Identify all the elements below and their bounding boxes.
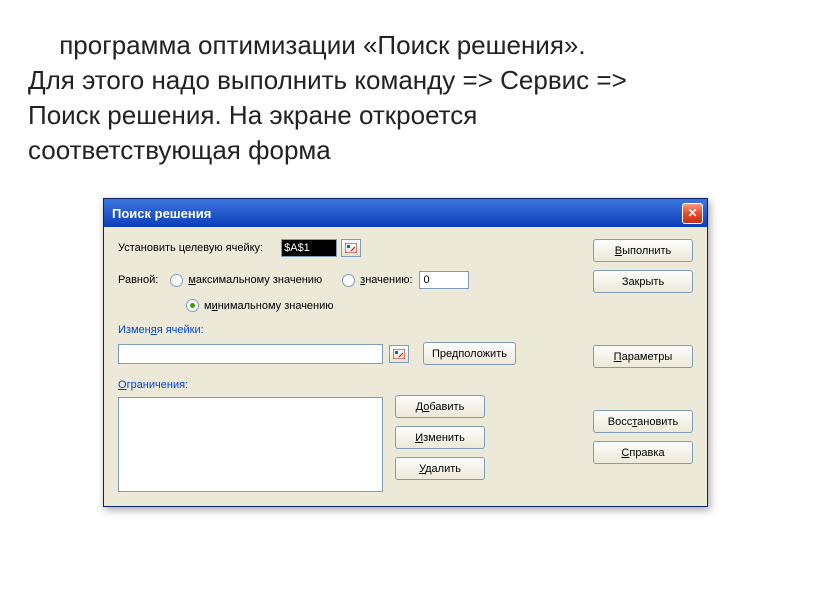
- slide-paragraph-text: программа оптимизации «Поиск решения». Д…: [28, 30, 627, 165]
- close-button[interactable]: ✕: [682, 203, 703, 224]
- radio-max-label: максимальному значению: [188, 274, 322, 286]
- spacer: [593, 376, 693, 402]
- assume-button[interactable]: Предположить: [423, 342, 516, 365]
- close-icon: ✕: [687, 206, 697, 220]
- changing-cells-input[interactable]: [118, 344, 383, 364]
- solver-dialog: Поиск решения ✕ Установить целевую ячейк…: [103, 198, 708, 507]
- right-button-column: Выполнить Закрыть Параметры Восстановить…: [593, 239, 693, 464]
- refedit-icon: [345, 243, 357, 253]
- dialog-title: Поиск решения: [112, 206, 682, 221]
- refedit-button-2[interactable]: [389, 345, 409, 363]
- help-button[interactable]: Справка: [593, 441, 693, 464]
- radio-value[interactable]: [342, 274, 355, 287]
- params-button[interactable]: Параметры: [593, 345, 693, 368]
- constraint-buttons: Добавить Изменить Удалить: [395, 395, 485, 492]
- radio-min-label: минимальному значению: [204, 300, 334, 312]
- equal-label: Равной:: [118, 274, 158, 286]
- value-input[interactable]: [419, 271, 469, 289]
- change-button[interactable]: Изменить: [395, 426, 485, 449]
- radio-value-label: значению:: [360, 274, 412, 286]
- constraints-listbox[interactable]: [118, 397, 383, 492]
- target-cell-label: Установить целевую ячейку:: [118, 242, 263, 254]
- titlebar[interactable]: Поиск решения ✕: [104, 199, 707, 227]
- spacer: [593, 301, 693, 337]
- radio-min[interactable]: [186, 299, 199, 312]
- execute-button[interactable]: Выполнить: [593, 239, 693, 262]
- radio-max[interactable]: [170, 274, 183, 287]
- refedit-icon: [393, 349, 405, 359]
- refedit-button[interactable]: [341, 239, 361, 257]
- delete-button[interactable]: Удалить: [395, 457, 485, 480]
- restore-button[interactable]: Восстановить: [593, 410, 693, 433]
- slide-paragraph: программа оптимизации «Поиск решения». Д…: [28, 28, 628, 168]
- close-dialog-button[interactable]: Закрыть: [593, 270, 693, 293]
- dialog-body: Установить целевую ячейку: Равной: макси…: [104, 227, 707, 506]
- radio-value-group[interactable]: значению:: [342, 271, 468, 289]
- target-cell-input[interactable]: [281, 239, 337, 257]
- radio-max-group[interactable]: максимальному значению: [170, 274, 322, 287]
- add-button[interactable]: Добавить: [395, 395, 485, 418]
